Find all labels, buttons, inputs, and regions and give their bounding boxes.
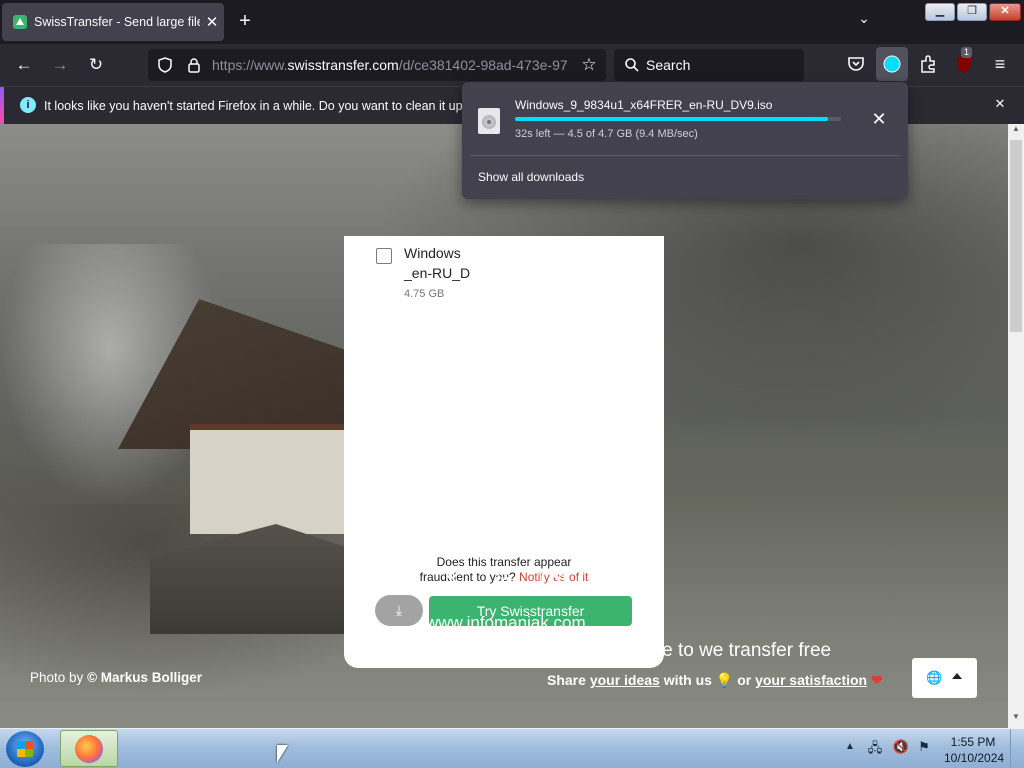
mouse-cursor	[277, 745, 288, 763]
extensions-icon[interactable]	[916, 52, 940, 76]
share-icon[interactable]	[590, 566, 620, 596]
url-path: /d/ce381402-98ad-473e-97	[398, 57, 568, 73]
scroll-thumb[interactable]	[1010, 140, 1022, 332]
info-icon: i	[20, 97, 36, 113]
action-center-flag-icon[interactable]: ⚑	[915, 739, 933, 757]
search-bar[interactable]: Search	[614, 49, 804, 81]
ublock-badge: 1	[961, 47, 973, 58]
search-icon	[625, 58, 639, 72]
notification-accent	[0, 87, 4, 125]
shield-icon[interactable]	[156, 56, 174, 74]
transfer-card: Windows _en-RU_D 4.75 GB Does this trans…	[344, 236, 664, 668]
cancel-download-icon[interactable]: ✕	[868, 108, 890, 130]
language-selector[interactable]: 🌐	[912, 658, 977, 698]
globe-icon: 🌐	[926, 670, 943, 685]
page-content: Windows _en-RU_D 4.75 GB Does this trans…	[0, 124, 1008, 728]
x-icon[interactable]: 𝕏	[437, 566, 467, 596]
start-button[interactable]	[6, 731, 44, 767]
new-tab-button[interactable]: +	[232, 8, 258, 34]
iso-file-icon	[478, 108, 500, 134]
url-domain: swisstransfer.com	[287, 57, 399, 73]
windows-logo-icon	[17, 741, 33, 757]
your-ideas-link[interactable]: your ideas	[590, 672, 660, 688]
facebook-icon[interactable]: f	[393, 566, 423, 596]
navigation-toolbar: ← → ↻ https://www.swisstransfer.com/d/ce…	[0, 44, 1024, 86]
lock-icon[interactable]	[186, 57, 202, 73]
share-or: or	[737, 672, 752, 688]
back-icon[interactable]: ←	[10, 51, 38, 79]
photo-by-label: Photo by	[30, 670, 84, 685]
menu-icon[interactable]: ≡	[988, 52, 1012, 76]
photo-credit: Photo by © Markus Bolliger	[30, 670, 202, 685]
tab-swisstransfer[interactable]: SwissTransfer - Send large files ✕	[2, 3, 224, 41]
window-minimize-button[interactable]: ▁	[925, 3, 955, 21]
your-satisfaction-link[interactable]: your satisfaction	[755, 672, 867, 688]
share-mid: with us	[663, 672, 712, 688]
alternative-title: The alternative to we transfer free	[547, 640, 832, 661]
taskbar: ▲ 🖧 🔇 ⚑ 1:55 PM 10/10/2024	[0, 728, 1024, 768]
lightbulb-icon: 💡	[715, 672, 734, 688]
instagram-icon[interactable]	[539, 566, 569, 596]
show-desktop-button[interactable]	[1010, 729, 1024, 768]
downloads-separator	[470, 155, 900, 156]
photographer-name[interactable]: © Markus Bolliger	[87, 670, 202, 685]
url-prefix: https://www.	[212, 57, 288, 73]
caret-up-icon	[952, 673, 962, 679]
tab-strip: SwissTransfer - Send large files ✕ + ⌄ ▁…	[0, 0, 1024, 44]
share-feedback-line: Share your ideas with us 💡 or your satis…	[547, 672, 883, 689]
url-bar[interactable]: https://www.swisstransfer.com/d/ce381402…	[148, 49, 606, 81]
heart-icon: ❤	[871, 672, 883, 688]
clock-time[interactable]: 1:55 PM	[944, 735, 1002, 749]
tab-close-icon[interactable]: ✕	[200, 13, 224, 31]
firefox-icon	[75, 735, 103, 763]
download-progress-fill	[515, 117, 828, 121]
window-restore-button[interactable]: ❐	[957, 3, 987, 21]
file-name-continued: _en-RU_D	[404, 265, 471, 281]
download-status: 32s left — 4.5 of 4.7 GB (9.4 MB/sec)	[515, 128, 698, 140]
download-filename[interactable]: Windows_9_9834u1_x64FRER_en-RU_DV9.iso	[515, 98, 772, 112]
show-all-downloads-link[interactable]: Show all downloads	[478, 170, 584, 184]
linkedin-icon[interactable]: in	[488, 566, 518, 596]
taskbar-firefox[interactable]	[60, 730, 118, 767]
reload-icon[interactable]: ↻	[82, 51, 110, 79]
pocket-icon[interactable]	[844, 52, 868, 76]
download-icon	[883, 55, 901, 73]
download-arrow-icon: ⤓	[395, 602, 403, 618]
url-text[interactable]: https://www.swisstransfer.com/d/ce381402…	[212, 57, 572, 73]
list-all-tabs-icon[interactable]: ⌄	[852, 10, 876, 34]
file-checkbox[interactable]	[376, 248, 392, 264]
share-prefix: Share	[547, 672, 586, 688]
forward-icon[interactable]: →	[46, 51, 74, 79]
background-barn	[150, 524, 360, 634]
download-progress-bar	[515, 117, 841, 121]
notification-text: It looks like you haven't started Firefo…	[44, 99, 481, 113]
window-close-button[interactable]: ✕	[989, 3, 1021, 21]
notification-close-icon[interactable]: ✕	[992, 96, 1008, 112]
volume-muted-icon[interactable]: 🔇	[892, 739, 910, 757]
tab-title: SwissTransfer - Send large files	[34, 15, 200, 29]
swisstransfer-icon	[13, 15, 27, 29]
search-placeholder: Search	[646, 57, 691, 73]
scroll-up-icon[interactable]: ▲	[1008, 124, 1024, 138]
file-name: Windows	[404, 245, 461, 261]
file-size: 4.75 GB	[404, 288, 445, 300]
downloads-panel: Windows_9_9834u1_x64FRER_en-RU_DV9.iso 3…	[462, 82, 908, 199]
infomaniak-link[interactable]: www.infomaniak.com	[426, 613, 586, 633]
background-house-wall	[190, 424, 350, 534]
page-scrollbar[interactable]: ▲ ▼	[1008, 124, 1024, 728]
clock-date[interactable]: 10/10/2024	[944, 751, 1004, 765]
network-icon[interactable]: 🖧	[866, 739, 884, 757]
download-all-button[interactable]: ⤓	[375, 595, 423, 626]
star-icon[interactable]: ☆	[578, 54, 600, 76]
show-hidden-icons[interactable]: ▲	[845, 741, 855, 752]
scroll-down-icon[interactable]: ▼	[1008, 712, 1024, 726]
downloads-button[interactable]	[876, 47, 908, 81]
